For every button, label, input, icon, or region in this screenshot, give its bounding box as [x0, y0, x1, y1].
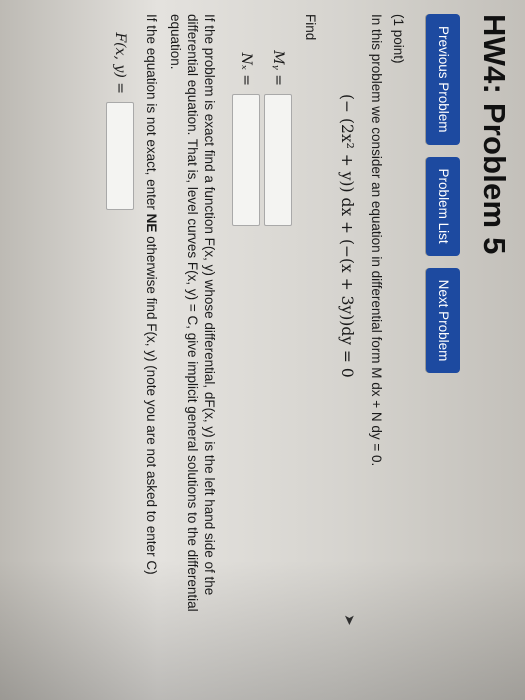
find-label: Find — [303, 14, 318, 41]
ne-prefix: If the equation is not exact, enter — [144, 14, 159, 214]
f-answer-input[interactable] — [106, 102, 134, 210]
previous-problem-button[interactable]: Previous Problem — [426, 14, 460, 145]
ne-keyword: NE — [144, 213, 159, 233]
exact-instructions-line-2: differential equation. That is, level cu… — [185, 14, 200, 612]
next-problem-button[interactable]: Next Problem — [426, 267, 460, 374]
nx-answer-row: Nₓ = — [232, 14, 260, 226]
exact-instructions-line-1: If the problem is exact find a function … — [202, 14, 217, 596]
my-answer-input[interactable] — [264, 94, 292, 226]
problem-navigation: Previous Problem Problem List Next Probl… — [426, 14, 460, 374]
f-label: F(x, y) = — [112, 32, 128, 94]
ne-suffix: otherwise find F(x, y) (note you are not… — [144, 232, 159, 575]
problem-list-button[interactable]: Problem List — [426, 156, 460, 256]
my-label: Mᵧ = — [270, 50, 286, 86]
photo-shadow — [0, 560, 525, 700]
differential-equation: (− (2x² + y)) dx + (−(x + 3y))dy = 0 — [338, 94, 356, 378]
exact-instructions-line-3: equation. — [168, 14, 183, 70]
not-exact-instructions: If the equation is not exact, enter NE o… — [143, 14, 160, 575]
nx-answer-input[interactable] — [232, 94, 260, 226]
points-label: (1 point) — [391, 14, 406, 64]
my-answer-row: Mᵧ = — [264, 14, 292, 226]
page-title: HW4: Problem 5 — [477, 14, 512, 255]
problem-intro: In this problem we consider an equation … — [369, 14, 384, 467]
nx-label: Nₓ = — [238, 52, 254, 86]
f-answer-row: F(x, y) = — [106, 14, 134, 210]
